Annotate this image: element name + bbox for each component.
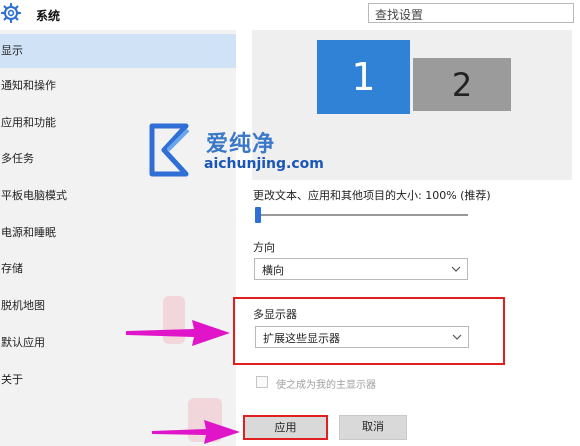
scale-slider-thumb[interactable] [255,207,261,223]
monitor-1[interactable]: 1 [317,40,410,114]
sidebar-item-power-sleep[interactable]: 电源和睡眠 [0,216,236,250]
scale-label: 更改文本、应用和其他项目的大小: 100% (推荐) [253,189,491,202]
multiple-displays-value: 扩展这些显示器 [263,332,340,345]
sidebar-item-notifications[interactable]: 通知和操作 [0,69,236,103]
chevron-down-icon [452,334,462,340]
gear-icon [0,2,22,24]
watermark-url: aichunjing.com [204,156,324,172]
sidebar-item-display[interactable]: 显示 [0,34,236,68]
multiple-displays-label: 多显示器 [253,308,297,321]
scale-slider-track[interactable] [255,214,468,216]
orientation-label: 方向 [253,241,275,254]
make-main-display-label: 使之成为我的主显示器 [276,380,376,391]
chevron-down-icon [451,266,461,272]
sidebar-item-about[interactable]: 关于 [0,363,236,397]
search-input[interactable]: 查找设置 [368,3,574,23]
content-background [515,380,580,446]
arrow-icon [152,420,240,444]
arrow-icon [126,320,230,346]
cancel-button[interactable]: 取消 [339,415,407,440]
apply-button[interactable]: 应用 [243,415,328,440]
multiple-displays-select[interactable]: 扩展这些显示器 [255,326,469,348]
watermark-text: 爱纯净 [206,132,276,157]
make-main-display-checkbox[interactable] [256,376,268,388]
sidebar-item-tablet-mode[interactable]: 平板电脑模式 [0,179,236,213]
window-title: 系统 [36,9,61,23]
monitor-2[interactable]: 2 [413,58,511,111]
title-bar: 系统 查找设置 [0,0,580,30]
orientation-value: 横向 [262,264,284,277]
sidebar-item-storage[interactable]: 存储 [0,252,236,286]
orientation-select[interactable]: 横向 [254,258,468,280]
